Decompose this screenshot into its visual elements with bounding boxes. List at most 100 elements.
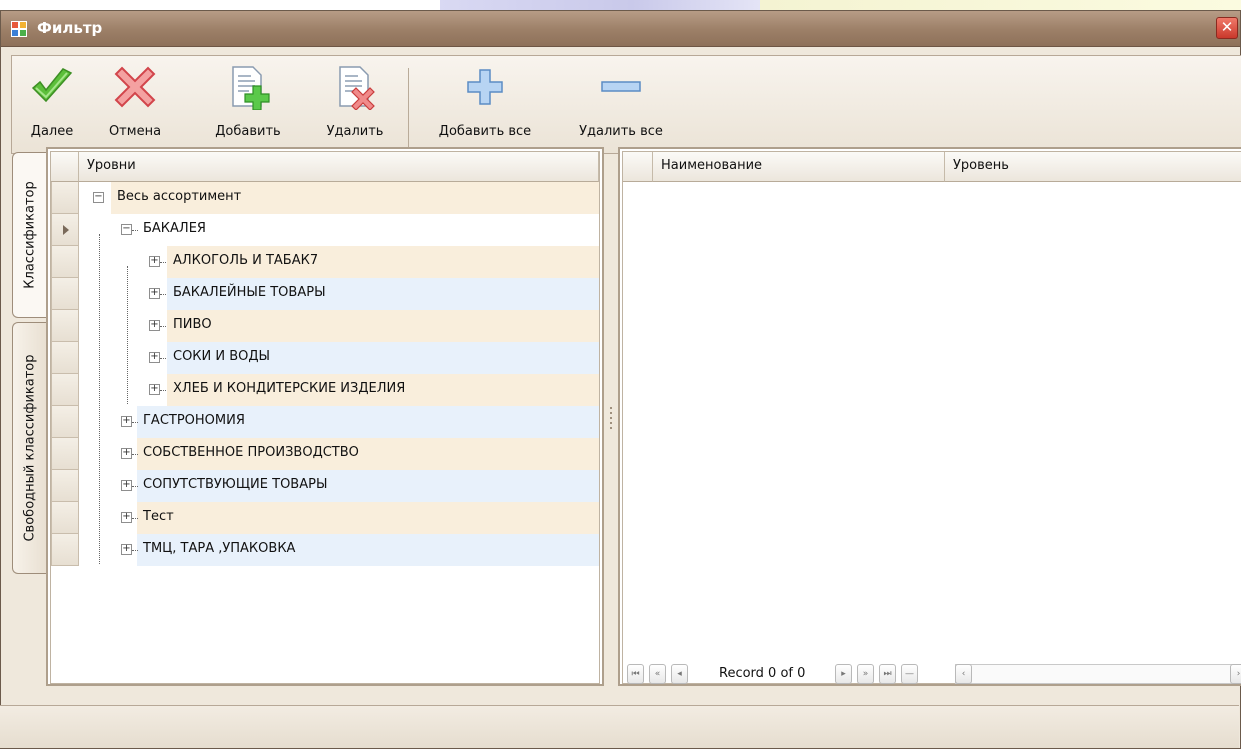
expand-icon[interactable]: + bbox=[121, 512, 132, 523]
expand-icon[interactable]: + bbox=[149, 352, 160, 363]
tree-node-label: БАКАЛЕЙНЫЕ ТОВАРЫ bbox=[173, 285, 326, 300]
delete-all-label: Удалить все bbox=[579, 124, 663, 139]
horizontal-scrollbar[interactable]: ‹ › bbox=[955, 664, 1241, 684]
record-counter: Record 0 of 0 bbox=[719, 666, 806, 681]
add-all-label: Добавить все bbox=[438, 124, 532, 139]
expand-icon[interactable]: + bbox=[121, 416, 132, 427]
levels-panel: Уровни Весь ассортимент − БАКАЛЕЯ − АЛКОГОЛЬ… bbox=[46, 147, 604, 686]
expand-icon[interactable]: + bbox=[121, 448, 132, 459]
expand-icon[interactable]: + bbox=[149, 288, 160, 299]
first-record-icon[interactable]: ⏮ bbox=[627, 664, 644, 684]
tree-connector bbox=[132, 454, 138, 455]
name-column-header[interactable]: Наименование bbox=[653, 152, 945, 182]
tree-connector bbox=[160, 294, 166, 295]
add-all-button[interactable]: Добавить все bbox=[420, 60, 550, 150]
tree-node-label: АЛКОГОЛЬ И ТАБАК7 bbox=[173, 253, 319, 268]
tree-node-label: СОПУТСТВУЮЩИЕ ТОВАРЫ bbox=[143, 477, 328, 492]
tree-node-label: Тест bbox=[143, 509, 174, 524]
tree-node[interactable]: БАКАЛЕЙНЫЕ ТОВАРЫ bbox=[167, 278, 599, 310]
status-bar bbox=[0, 705, 1239, 748]
tab-classifier-label: Классификатор bbox=[22, 181, 37, 289]
title-bar: Фильтр ✕ bbox=[1, 11, 1240, 47]
panel-splitter[interactable] bbox=[606, 147, 616, 686]
tree-node[interactable]: Весь ассортимент bbox=[111, 182, 599, 214]
row-indicator[interactable] bbox=[51, 182, 79, 214]
row-indicator[interactable] bbox=[51, 534, 79, 566]
tree-node[interactable]: СОКИ И ВОДЫ bbox=[167, 342, 599, 374]
tree-node[interactable]: СОБСТВЕННОЕ ПРОИЗВОДСТВО bbox=[137, 438, 599, 470]
tree-connector bbox=[99, 234, 100, 564]
levels-column-label: Уровни bbox=[87, 158, 136, 173]
tree-connector bbox=[127, 266, 128, 404]
row-indicator[interactable] bbox=[51, 502, 79, 534]
collapse-icon[interactable]: − bbox=[121, 224, 132, 235]
background-strip bbox=[0, 0, 1241, 10]
row-indicator[interactable] bbox=[51, 214, 79, 246]
add-button[interactable]: Добавить bbox=[200, 60, 296, 150]
cancel-button[interactable]: Отмена bbox=[92, 60, 178, 150]
levels-column-header[interactable]: Уровни bbox=[79, 152, 599, 182]
row-indicator[interactable] bbox=[51, 310, 79, 342]
tree-connector bbox=[160, 262, 166, 263]
expand-icon[interactable]: + bbox=[149, 256, 160, 267]
tree-node[interactable]: ПИВО bbox=[167, 310, 599, 342]
minus-icon bbox=[601, 81, 641, 92]
expand-icon[interactable]: + bbox=[149, 384, 160, 395]
window-title: Фильтр bbox=[37, 19, 103, 37]
prev-record-icon[interactable]: ◂ bbox=[671, 664, 688, 684]
row-indicator[interactable] bbox=[51, 278, 79, 310]
row-indicator[interactable] bbox=[51, 374, 79, 406]
tab-free-classifier[interactable]: Свободный классификатор bbox=[12, 322, 46, 574]
collapse-icon[interactable]: − bbox=[93, 192, 104, 203]
tree-node[interactable]: ГАСТРОНОМИЯ bbox=[137, 406, 599, 438]
tree-node[interactable]: ХЛЕБ И КОНДИТЕРСКИЕ ИЗДЕЛИЯ bbox=[167, 374, 599, 406]
tree-node-label: ХЛЕБ И КОНДИТЕРСКИЕ ИЗДЕЛИЯ bbox=[173, 381, 406, 396]
level-column-label: Уровень bbox=[953, 158, 1009, 173]
tree-node[interactable]: Тест bbox=[137, 502, 599, 534]
tree-node-label: СОБСТВЕННОЕ ПРОИЗВОДСТВО bbox=[143, 445, 359, 460]
expand-icon[interactable]: + bbox=[121, 544, 132, 555]
tree-node[interactable]: СОПУТСТВУЮЩИЕ ТОВАРЫ bbox=[137, 470, 599, 502]
delete-record-icon[interactable]: — bbox=[901, 664, 918, 684]
window-icon bbox=[11, 21, 27, 37]
tree-node-label: ТМЦ, ТАРА ,УПАКОВКА bbox=[143, 541, 296, 556]
add-label: Добавить bbox=[215, 124, 281, 139]
plus-icon bbox=[467, 69, 503, 105]
tree-node[interactable]: ТМЦ, ТАРА ,УПАКОВКА bbox=[137, 534, 599, 566]
tree-connector bbox=[132, 486, 138, 487]
scroll-right-icon[interactable]: › bbox=[1230, 664, 1241, 684]
row-indicator[interactable] bbox=[51, 406, 79, 438]
last-record-icon[interactable]: ⏭ bbox=[879, 664, 896, 684]
row-indicator[interactable] bbox=[51, 438, 79, 470]
next-page-icon[interactable]: » bbox=[857, 664, 874, 684]
tree-node-label: Весь ассортимент bbox=[117, 189, 242, 204]
row-indicator[interactable] bbox=[51, 470, 79, 502]
tab-classifier[interactable]: Классификатор bbox=[12, 152, 46, 318]
prev-page-icon[interactable]: « bbox=[649, 664, 666, 684]
selection-panel: Наименование Уровень ⏮ « ◂ Record 0 of 0… bbox=[618, 147, 1241, 686]
tree-connector bbox=[160, 326, 166, 327]
record-navigator: ⏮ « ◂ Record 0 of 0 ▸ » ⏭ — ‹ › bbox=[627, 664, 1241, 688]
expand-icon[interactable]: + bbox=[149, 320, 160, 331]
tree-connector bbox=[160, 358, 166, 359]
tree-node-label: ГАСТРОНОМИЯ bbox=[143, 413, 245, 428]
next-label: Далее bbox=[30, 124, 74, 139]
document-add-icon bbox=[232, 66, 270, 110]
row-indicator-header bbox=[51, 152, 79, 182]
delete-button[interactable]: Удалить bbox=[308, 60, 402, 150]
row-indicator[interactable] bbox=[51, 342, 79, 374]
delete-all-button[interactable]: Удалить все bbox=[560, 60, 682, 150]
close-icon[interactable]: ✕ bbox=[1216, 17, 1238, 39]
row-indicator[interactable] bbox=[51, 246, 79, 278]
next-button[interactable]: Далее bbox=[14, 60, 90, 150]
tree-node[interactable]: АЛКОГОЛЬ И ТАБАК7 bbox=[167, 246, 599, 278]
level-column-header[interactable]: Уровень bbox=[945, 152, 1241, 182]
scroll-left-icon[interactable]: ‹ bbox=[955, 664, 972, 684]
expand-icon[interactable]: + bbox=[121, 480, 132, 491]
next-record-icon[interactable]: ▸ bbox=[835, 664, 852, 684]
tree-node[interactable]: БАКАЛЕЯ bbox=[137, 214, 599, 246]
row-indicator-header bbox=[623, 152, 653, 182]
tree-connector bbox=[132, 230, 138, 231]
tab-free-classifier-label: Свободный классификатор bbox=[22, 354, 37, 542]
toolbar: Далее Отмена Добавить Удалить Добавить в… bbox=[11, 55, 1241, 154]
